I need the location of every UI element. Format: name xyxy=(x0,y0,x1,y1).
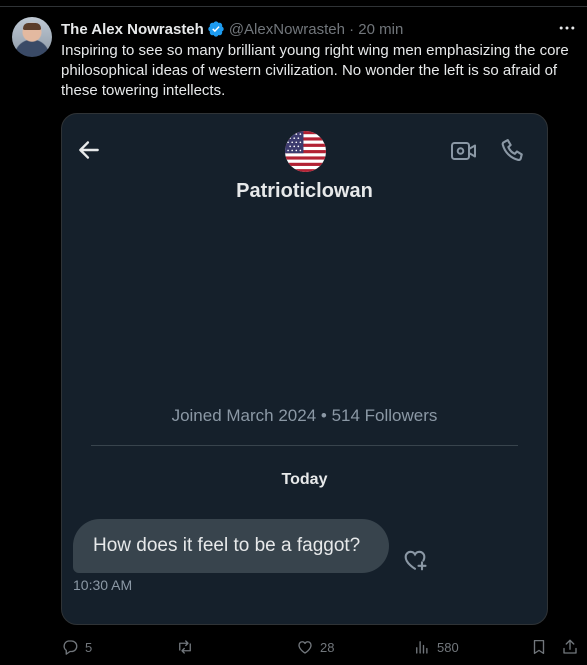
dm-day-label: Today xyxy=(281,471,328,488)
tweet-header: The Alex Nowrasteh @AlexNowrasteh · 20 m… xyxy=(61,20,403,38)
back-arrow-icon xyxy=(79,141,99,159)
share-icon xyxy=(563,639,577,654)
avatar-hair xyxy=(23,23,41,30)
share-button[interactable] xyxy=(561,636,579,658)
dm-profile-meta: Joined March 2024 • 514 Followers xyxy=(171,406,438,425)
views-icon xyxy=(416,641,428,654)
dm-contact-name: Patrioticlowan xyxy=(236,180,373,202)
dm-message-time: 10:30 AM xyxy=(73,577,133,593)
reply-icon xyxy=(63,640,78,655)
bookmark-icon xyxy=(533,639,545,655)
more-dots-icon[interactable] xyxy=(557,18,577,38)
video-call-icon xyxy=(451,142,476,160)
author-avatar[interactable] xyxy=(12,17,52,57)
us-flag-avatar xyxy=(285,131,326,172)
dm-divider xyxy=(91,445,518,446)
reply-button[interactable]: 5 xyxy=(61,636,92,658)
tweet-action-bar: 5 28 580 xyxy=(0,636,587,658)
reply-count: 5 xyxy=(85,639,93,655)
like-count: 28 xyxy=(320,639,335,655)
repost-icon xyxy=(179,640,191,654)
tweet-text: Inspiring to see so many brilliant young… xyxy=(61,42,569,99)
verified-badge-icon xyxy=(208,21,224,37)
add-reaction-icon xyxy=(404,550,427,571)
views-button[interactable]: 580 xyxy=(413,636,459,658)
like-button[interactable]: 28 xyxy=(296,636,334,658)
repost-button[interactable] xyxy=(176,636,194,658)
bookmark-button[interactable] xyxy=(530,636,548,658)
author-name[interactable]: The Alex Nowrasteh xyxy=(61,21,204,38)
phone-icon xyxy=(501,139,523,162)
views-count: 580 xyxy=(437,639,459,655)
dm-screenshot-image[interactable]: Patrioticlowan Joined March 2024 • 514 F… xyxy=(61,113,548,625)
dm-message-bubble: How does it feel to be a faggot? xyxy=(73,519,389,573)
author-handle-time[interactable]: @AlexNowrasteh · 20 min xyxy=(229,21,403,38)
top-divider xyxy=(0,6,587,7)
like-icon xyxy=(298,641,312,654)
